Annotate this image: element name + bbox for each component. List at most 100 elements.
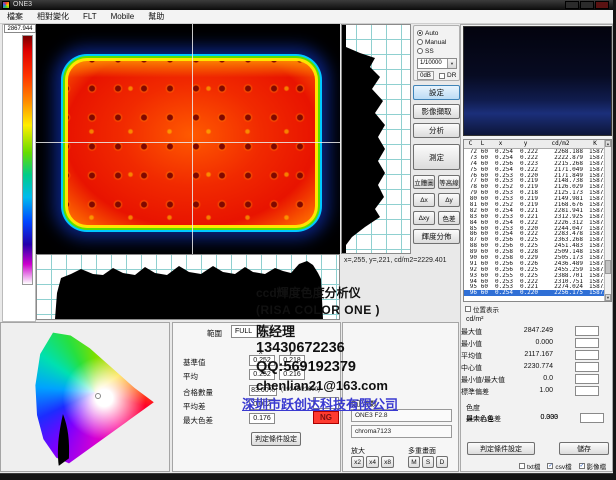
settings-button[interactable]: 設定 — [413, 85, 460, 100]
camera-preview-image — [463, 26, 612, 136]
csv-checkbox[interactable]: csv檔 — [547, 461, 571, 471]
judge-result-box — [575, 350, 599, 360]
measured-white-point — [95, 393, 101, 399]
minimize-button[interactable] — [565, 1, 579, 9]
pass-count-label: 合格數量 — [183, 387, 213, 398]
zoom-x4-button[interactable]: x4 — [366, 456, 379, 468]
ref-label: 基準值 — [183, 357, 206, 368]
cursor-status-text: x=,255, y=,221, cd/m2=2229.401 — [344, 257, 464, 264]
image-capture-button[interactable]: 影像擷取 — [413, 104, 460, 119]
contact-line: 陈经理 — [256, 321, 466, 340]
multi-m-button[interactable]: M — [408, 456, 420, 468]
radio-ss[interactable]: SS — [417, 47, 434, 55]
maximize-button[interactable] — [580, 1, 594, 9]
menu-item[interactable]: 檔案 — [0, 10, 30, 23]
judge-result-box — [575, 386, 599, 396]
right-panel: C L x y cd/m2 K 72600.2540.2222268.18815… — [460, 24, 613, 472]
image-checkbox[interactable]: 影像檔 — [579, 461, 607, 471]
crosshair-horizontal[interactable] — [36, 142, 340, 143]
delta-xy-button[interactable]: Δxy — [413, 211, 435, 225]
table-header: C L x y cd/m2 K — [464, 140, 611, 149]
window-bottom-edge — [0, 473, 613, 480]
menu-item[interactable]: 相對變化 — [30, 10, 76, 23]
avg-diff-label: 平均差 — [183, 401, 206, 412]
vertical-profile-panel — [341, 24, 411, 254]
zoom-label: 放大 — [351, 446, 365, 456]
max-diff-label: 最大色差 — [183, 415, 213, 426]
position-display-checkbox[interactable]: 位置表示 — [465, 304, 499, 314]
title-bar: ONE3 — [0, 0, 613, 10]
menu-item[interactable]: FLT — [76, 10, 104, 23]
scroll-down-icon[interactable]: ▼ — [605, 294, 611, 301]
multi-screen-label: 多重畫面 — [408, 446, 436, 456]
scrollbar-thumb[interactable] — [605, 260, 611, 274]
multi-d-button[interactable]: D — [436, 456, 448, 468]
judge-result-box — [575, 326, 599, 336]
gain-value: 0dB — [417, 71, 434, 80]
contact-line: chenlian21@163.com — [256, 378, 466, 394]
app-window: ONE3 檔案相對變化FLTMobile幫助 2867.944 x=,255, … — [0, 0, 616, 480]
scale-max-value: 2867.944 — [4, 24, 36, 33]
shutter-select[interactable]: 1/10000 ▼ — [417, 58, 457, 69]
delta-x-button[interactable]: Δx — [413, 193, 435, 207]
app-icon — [2, 1, 10, 9]
table-scrollbar[interactable]: ▲ ▼ — [604, 140, 611, 301]
scroll-up-icon[interactable]: ▲ — [605, 140, 611, 147]
luminance-image[interactable] — [36, 24, 340, 254]
analyze-button[interactable]: 分析 — [413, 123, 460, 138]
measurement-table-body: 72600.2540.2222268.1881587373600.2540.22… — [464, 149, 611, 296]
radio-ss-dot — [417, 48, 423, 54]
judge-result-box — [575, 374, 599, 384]
dr-checkbox-box — [439, 73, 445, 79]
txt-checkbox[interactable]: txt檔 — [519, 461, 540, 471]
menu-item[interactable]: 幫助 — [141, 10, 171, 23]
image-checkbox-box — [579, 463, 585, 469]
judge-result-box — [575, 362, 599, 372]
measurement-table: C L x y cd/m2 K 72600.2540.2222268.18815… — [463, 139, 612, 302]
radio-auto-dot — [417, 30, 423, 36]
contact-watermark: ccd輝度色度分析仪(RISA COLOR ONE )陈经理1343067223… — [256, 284, 466, 413]
chroma-parameter-field[interactable]: chroma7123 — [351, 425, 452, 438]
close-button[interactable] — [595, 1, 609, 9]
crosshair-vertical[interactable] — [192, 24, 193, 254]
max-diff-value: 0.176 — [249, 413, 275, 424]
cie-diagram-panel — [0, 322, 170, 472]
contact-line: ccd輝度色度分析仪 — [256, 284, 466, 303]
csv-checkbox-box — [547, 463, 553, 469]
contour-button[interactable]: 等高線 — [438, 175, 460, 189]
color-diff-button[interactable]: 色差 — [438, 211, 460, 225]
judge-condition-button[interactable]: 判定條件設定 — [251, 432, 301, 446]
measure-button[interactable]: 測定 — [413, 144, 460, 170]
judge-condition-button[interactable]: 判定條件設定 — [467, 442, 535, 455]
radio-auto[interactable]: Auto — [417, 29, 438, 37]
color-scale-bar — [22, 35, 33, 285]
multi-s-button[interactable]: S — [422, 456, 434, 468]
dr-checkbox[interactable]: DR — [439, 72, 456, 79]
menu-bar: 檔案相對變化FLTMobile幫助 — [0, 10, 613, 24]
chroma-section-title: 色度 — [466, 403, 480, 413]
table-row[interactable]: 96600.2540.2202256.17515873 — [464, 290, 611, 296]
color-scale-panel: 2867.944 — [2, 24, 36, 322]
view-3d-button[interactable]: 立體圖 — [413, 175, 435, 189]
save-button[interactable]: 儲存 — [559, 442, 609, 455]
stat-row: 最大色差0.333 — [466, 414, 610, 427]
zoom-x2-button[interactable]: x2 — [351, 456, 364, 468]
judge-result-box — [580, 413, 604, 423]
luminance-dist-button[interactable]: 輝度分佈 — [413, 229, 460, 244]
window-title: ONE3 — [13, 1, 32, 9]
avg-label: 平均 — [183, 371, 198, 382]
radio-manual[interactable]: Manual — [417, 38, 446, 46]
delta-y-button[interactable]: Δy — [438, 193, 460, 207]
vertical-profile-plot — [342, 25, 410, 253]
zoom-x8-button[interactable]: x8 — [381, 456, 394, 468]
contact-line: (RISA COLOR ONE ) — [256, 303, 466, 321]
radio-manual-dot — [417, 39, 423, 45]
luminance-section-title: cd/m² — [466, 316, 484, 323]
save-format-checkboxes: txt檔 csv檔 影像檔 — [519, 461, 606, 471]
contact-line: 13430672236 — [256, 340, 466, 359]
contact-line: QQ:569192379 — [256, 359, 466, 378]
cie-chromaticity-diagram[interactable] — [5, 327, 165, 469]
menu-item[interactable]: Mobile — [104, 10, 142, 23]
stat-row: 標準偏差1.00 — [461, 387, 605, 399]
luminance-stats: 最大值2847.249最小值0.000平均值2117.167中心值2230.77… — [461, 327, 610, 399]
